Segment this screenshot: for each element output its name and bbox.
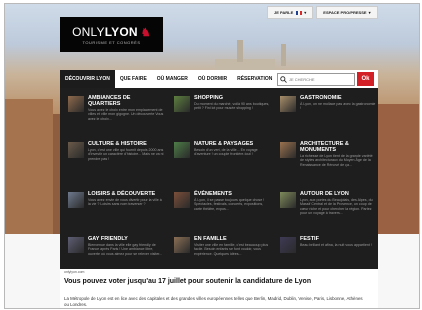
chevron-down-icon: ▾ <box>368 10 371 15</box>
top-utility-bar: JE PARLE ▾ ESPACE PRO/PRESSE ▾ <box>267 6 378 20</box>
famille-thumb <box>174 237 190 253</box>
category-tile[interactable]: ÉVÉNEMENTS À Lyon, il se passe toujours q… <box>170 188 270 232</box>
main-navigation: DÉCOUVRIR LYON QUE FAIRE OÙ MANGER OÙ DO… <box>60 70 378 88</box>
category-description: Visiter une ville en famille, c'est beau… <box>194 243 269 256</box>
category-title[interactable]: GASTRONOMIE <box>300 95 376 101</box>
category-description: Vous avez le choix entre mon emplacement… <box>88 108 164 121</box>
category-title[interactable]: ÉVÉNEMENTS <box>194 191 270 197</box>
search-box <box>277 73 355 86</box>
category-tile[interactable]: GASTRONOMIE À Lyon, on ne mollace pas ave… <box>276 92 376 136</box>
category-title[interactable]: AMBIANCES DE QUARTIERS <box>88 95 164 107</box>
category-title[interactable]: LOISIRS & DÉCOUVERTE <box>88 191 164 197</box>
category-tile[interactable]: CULTURE & HISTOIRE Lyon, c'est une ville … <box>64 138 164 182</box>
category-tile[interactable]: ARCHITECTURE & MONUMENTS La richesse de L… <box>276 138 376 182</box>
category-description: La richesse de Lyon tient de la grande v… <box>300 154 373 167</box>
category-description: À Lyon, on ne mollace pas avec la gastro… <box>300 102 376 111</box>
logo-brand-main: ONLY <box>72 24 105 39</box>
french-flag-icon <box>296 10 303 15</box>
category-tile[interactable]: AUTOUR DE LYON Lyon, aux portes du Beaujo… <box>276 188 376 232</box>
search-icon <box>280 76 287 83</box>
category-description: Vous avez envie de vous divertir pour la… <box>88 198 162 207</box>
category-title[interactable]: AUTOUR DE LYON <box>300 191 376 197</box>
quartiers-thumb <box>68 96 84 112</box>
pro-press-label: ESPACE PRO/PRESSE <box>323 10 367 15</box>
pro-press-button[interactable]: ESPACE PRO/PRESSE ▾ <box>316 6 378 19</box>
category-title[interactable]: ARCHITECTURE & MONUMENTS <box>300 141 376 153</box>
evenements-thumb <box>174 192 190 208</box>
category-title[interactable]: CULTURE & HISTOIRE <box>88 141 164 147</box>
nav-reservation[interactable]: RÉSERVATION <box>232 70 277 88</box>
search-input[interactable] <box>287 77 349 82</box>
category-description: Lyon, aux portes du Beaujolais, des Alpe… <box>300 198 373 216</box>
nav-ou-manger[interactable]: OÙ MANGER <box>152 70 193 88</box>
nature-thumb <box>174 142 190 158</box>
culture-thumb <box>68 142 84 158</box>
article-headline[interactable]: Vous pouvez voter jusqu'au 17 juillet po… <box>64 277 364 286</box>
category-description: Besoin d'un vert, de la ville... En voya… <box>194 148 258 157</box>
nav-ou-dormir[interactable]: OÙ DORMIR <box>193 70 232 88</box>
category-title[interactable]: GAY FRIENDLY <box>88 236 164 242</box>
article-summary: La Métropole de Lyon est en lice avec de… <box>64 296 363 307</box>
discover-lyon-menu-panel: AMBIANCES DE QUARTIERS Vous avez le choix… <box>60 88 378 269</box>
logo-brand-city: LYON <box>104 24 138 39</box>
category-tile[interactable]: SHOPPING Du moment du marché, voilà 90 an… <box>170 92 270 136</box>
category-description: Du moment du marché, voilà 90 ans boutiq… <box>194 102 270 111</box>
nav-decouvrir-lyon[interactable]: DÉCOUVRIR LYON <box>60 70 115 88</box>
category-title[interactable]: SHOPPING <box>194 95 270 101</box>
category-description: Bienvenue dans la ville elle gay friendl… <box>88 243 163 256</box>
autour-thumb <box>280 192 296 208</box>
category-description: Lyon, c'est une ville qui fournit depuis… <box>88 148 164 161</box>
category-description: Beau brillant et afina, la nuit vous app… <box>300 243 372 247</box>
architecture-thumb <box>280 142 296 158</box>
search-ok-button[interactable]: Ok <box>357 72 374 86</box>
lion-icon: ♞ <box>140 26 151 39</box>
language-button[interactable]: JE PARLE ▾ <box>267 6 314 19</box>
loisirs-thumb <box>68 192 84 208</box>
browser-viewport: ONLYLYON ♞ TOURISME ET CONGRÈS JE PARLE ▾… <box>4 3 420 309</box>
category-tile[interactable]: NATURE & PAYSAGES Besoin d'un vert, de la… <box>170 138 270 182</box>
only-lyon-logo[interactable]: ONLYLYON ♞ TOURISME ET CONGRÈS <box>60 17 163 52</box>
shopping-thumb <box>174 96 190 112</box>
category-tile[interactable]: LOISIRS & DÉCOUVERTE Vous avez envie de v… <box>64 188 164 232</box>
gastronomie-thumb <box>280 96 296 112</box>
news-article: onlylyon.com Vous pouvez voter jusqu'au … <box>60 269 378 308</box>
category-tile[interactable]: AMBIANCES DE QUARTIERS Vous avez le choix… <box>64 92 164 136</box>
language-button-label: JE PARLE <box>274 10 294 15</box>
chevron-down-icon: ▾ <box>304 10 307 15</box>
category-title[interactable]: FESTIF <box>300 236 376 242</box>
festif-thumb <box>280 237 296 253</box>
nav-que-faire[interactable]: QUE FAIRE <box>115 70 152 88</box>
article-source: onlylyon.com <box>64 270 85 274</box>
category-title[interactable]: NATURE & PAYSAGES <box>194 141 270 147</box>
category-description: À Lyon, il se passe toujours quelque cho… <box>194 198 265 211</box>
category-title[interactable]: EN FAMILLE <box>194 236 270 242</box>
gay-thumb <box>68 237 84 253</box>
logo-tagline: TOURISME ET CONGRÈS <box>82 39 141 45</box>
